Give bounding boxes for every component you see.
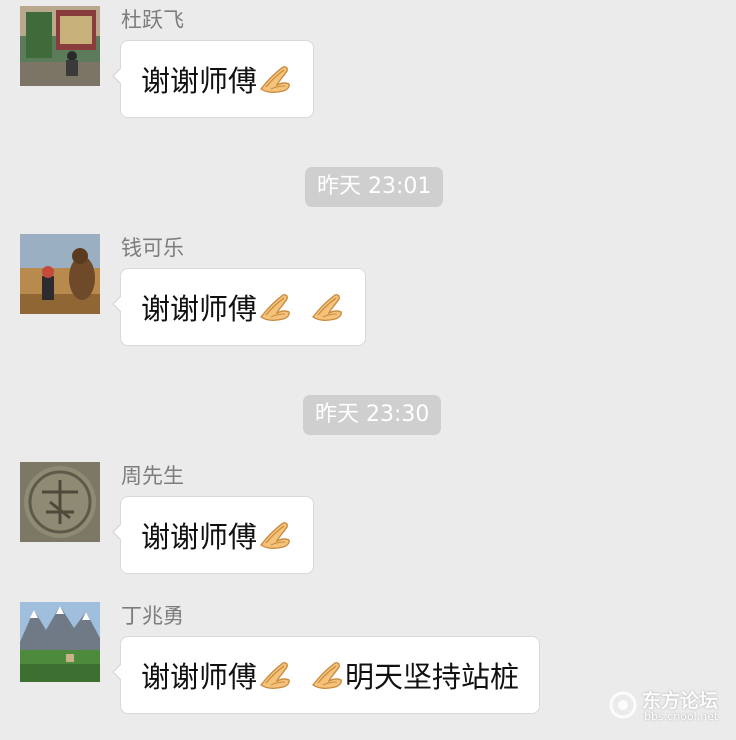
pray-hands-icon <box>309 659 345 691</box>
avatar[interactable] <box>20 462 100 542</box>
avatar[interactable] <box>20 6 100 86</box>
forum-logo-icon <box>609 691 637 719</box>
sender-name: 丁兆勇 <box>121 604 184 628</box>
pray-hands-icon <box>309 291 345 323</box>
message-bubble[interactable]: 谢谢师傅 <box>111 268 367 346</box>
watermark-title: 东方论坛 <box>642 690 719 712</box>
message-text: 谢谢师傅 <box>141 64 258 98</box>
message-text: 谢谢师傅 <box>141 292 258 326</box>
pray-hands-icon <box>257 659 293 691</box>
avatar[interactable] <box>20 602 100 682</box>
message-text: 谢谢师傅 <box>141 520 258 554</box>
message-bubble[interactable]: 谢谢师傅 明天坚持站桩 <box>111 636 541 714</box>
pray-hands-icon <box>257 291 293 323</box>
sender-name: 周先生 <box>121 464 184 488</box>
timestamp-divider: 昨天 23:01 <box>305 167 444 207</box>
pray-hands-icon <box>257 63 293 95</box>
message-text: 明天坚持站桩 <box>345 660 520 694</box>
pray-hands-icon <box>257 519 293 551</box>
timestamp-divider: 昨天 23:30 <box>303 395 442 435</box>
message-bubble[interactable]: 谢谢师傅 <box>111 40 315 118</box>
watermark: 东方论坛 bbs.cnool.net <box>608 686 728 726</box>
message-bubble[interactable]: 谢谢师傅 <box>111 496 315 574</box>
sender-name: 钱可乐 <box>121 236 184 260</box>
sender-name: 杜跃飞 <box>121 8 184 32</box>
avatar[interactable] <box>20 234 100 314</box>
message-text: 谢谢师傅 <box>141 660 258 694</box>
watermark-url: bbs.cnool.net <box>644 710 719 723</box>
